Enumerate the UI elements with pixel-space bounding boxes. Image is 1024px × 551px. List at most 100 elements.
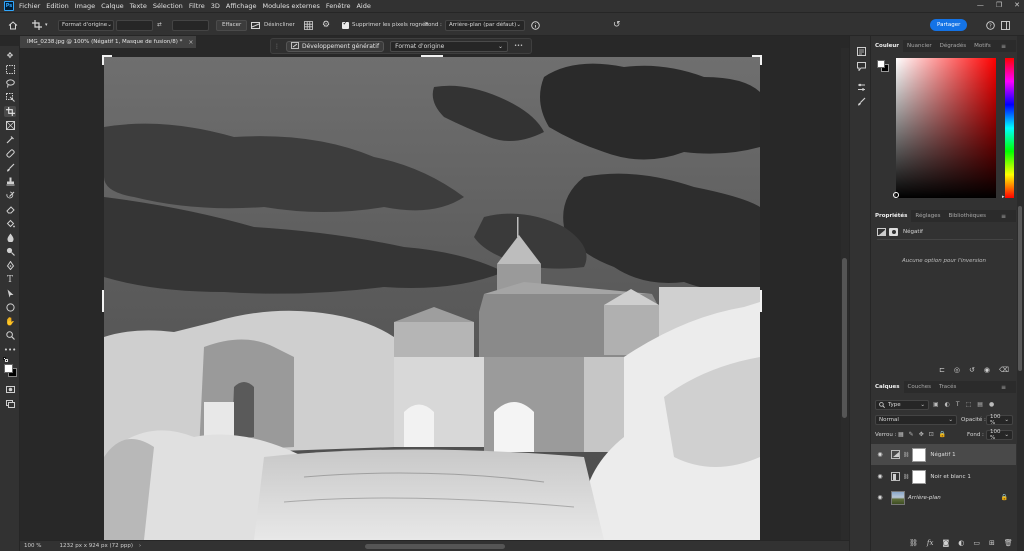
healing-brush-tool-icon[interactable]	[4, 148, 16, 159]
adjustment-layer-icon[interactable]: ◐	[958, 539, 964, 547]
menu-3d[interactable]: 3D	[211, 2, 220, 10]
drag-handle-icon[interactable]: ⋮	[274, 43, 280, 50]
view-previous-icon[interactable]: ◎	[954, 366, 960, 374]
workspace-button[interactable]	[1001, 19, 1010, 31]
eye-icon[interactable]: ◉	[875, 451, 885, 458]
generative-expand-button[interactable]: Développement génératif	[286, 40, 385, 52]
maximize-button[interactable]: ❐	[996, 1, 1002, 9]
crop-handle-top-left-v[interactable]	[102, 55, 104, 65]
minimize-button[interactable]: —	[977, 1, 984, 9]
canvas-area[interactable]	[21, 48, 849, 540]
path-selection-tool-icon[interactable]	[4, 288, 16, 299]
menu-edition[interactable]: Edition	[46, 2, 69, 10]
filter-type-icon[interactable]: T	[956, 401, 960, 408]
quick-mask-icon[interactable]	[4, 384, 16, 395]
color-swatches[interactable]	[4, 364, 17, 378]
marquee-tool-icon[interactable]	[4, 64, 16, 75]
home-button[interactable]	[8, 19, 18, 31]
type-tool-icon[interactable]: T	[4, 274, 16, 285]
lock-position-icon[interactable]: ✥	[919, 431, 924, 438]
lock-artboard-icon[interactable]: ⊡	[929, 431, 934, 438]
lasso-tool-icon[interactable]	[4, 78, 16, 89]
canvas-vertical-scrollbar[interactable]	[841, 48, 849, 540]
height-input[interactable]	[172, 19, 209, 31]
tab-proprietes[interactable]: Propriétés	[871, 210, 912, 222]
close-tab-icon[interactable]: ×	[188, 39, 193, 46]
dodge-tool-icon[interactable]	[4, 246, 16, 257]
crop-tool-preset[interactable]: ▾	[32, 19, 48, 31]
hue-slider[interactable]	[1005, 58, 1014, 198]
add-mask-icon[interactable]: ◙	[942, 539, 949, 547]
panel-color-swatches[interactable]	[877, 60, 890, 73]
more-options-button[interactable]: •••	[514, 43, 523, 49]
crop-handle-top-right-v[interactable]	[760, 55, 762, 65]
menu-texte[interactable]: Texte	[130, 2, 147, 10]
layer-mask-thumbnail[interactable]	[912, 447, 927, 462]
filter-smart-object-icon[interactable]: ▤	[977, 401, 983, 408]
blur-tool-icon[interactable]	[4, 232, 16, 243]
swap-button[interactable]: ⇄	[157, 19, 162, 31]
context-format-select[interactable]: Format d'origine ⌄	[390, 40, 509, 52]
paint-bucket-tool-icon[interactable]	[4, 218, 16, 229]
menu-aide[interactable]: Aide	[356, 2, 370, 10]
stamp-tool-icon[interactable]	[4, 176, 16, 187]
new-layer-icon[interactable]: ⊞	[989, 539, 995, 547]
eyedropper-tool-icon[interactable]	[4, 134, 16, 145]
mask-properties-icon[interactable]	[889, 228, 898, 236]
zoom-tool-icon[interactable]	[4, 330, 16, 341]
properties-panel-menu-icon[interactable]: ≡	[1001, 213, 1006, 220]
visibility-icon[interactable]: ◉	[984, 366, 990, 374]
color-panel-menu-icon[interactable]: ≡	[1001, 43, 1006, 50]
new-group-icon[interactable]: ▭	[973, 539, 980, 547]
canvas-vertical-scroll-thumb[interactable]	[842, 258, 847, 418]
invert-adjustment-icon[interactable]	[877, 228, 886, 236]
filter-adjustment-icon[interactable]: ◐	[945, 401, 950, 408]
grid-overlay-button[interactable]	[304, 19, 313, 31]
delete-layer-icon[interactable]: 🗑	[1004, 539, 1013, 547]
eye-icon[interactable]: ◉	[875, 473, 885, 480]
straighten-button[interactable]: Désincliner	[251, 19, 295, 31]
brush-settings-panel-icon[interactable]	[855, 96, 867, 107]
history-panel-icon[interactable]	[855, 46, 867, 57]
object-selection-tool-icon[interactable]	[4, 92, 16, 103]
tab-calques[interactable]: Calques	[871, 381, 904, 393]
filter-pixel-icon[interactable]: ▣	[933, 401, 939, 408]
layer-style-icon[interactable]: fx	[927, 539, 934, 547]
menu-calque[interactable]: Calque	[101, 2, 124, 10]
eye-icon[interactable]: ◉	[875, 494, 885, 501]
crop-handle-left[interactable]	[102, 290, 104, 312]
close-window-button[interactable]: ✕	[1014, 1, 1020, 9]
crop-handle-top[interactable]	[421, 55, 443, 57]
link-icon[interactable]: ⛓	[903, 474, 909, 480]
settings-button[interactable]: ⚙	[322, 19, 330, 31]
canvas-horizontal-scroll-thumb[interactable]	[365, 544, 505, 549]
filter-shape-icon[interactable]: ⬚	[966, 401, 972, 408]
reset-adjustment-icon[interactable]: ↺	[969, 366, 975, 374]
layer-row-noir-et-blanc[interactable]: ◉ ⛓ Noir et blanc 1	[871, 466, 1016, 487]
layer-fill-input[interactable]: 100 % ⌄	[986, 429, 1013, 441]
document-tab[interactable]: IMG_0238.jpg @ 100% (Négatif 1, Masque d…	[20, 36, 196, 48]
comments-panel-icon[interactable]	[855, 61, 867, 72]
zoom-level[interactable]: 100 %	[24, 543, 41, 549]
lock-transparent-icon[interactable]: ▦	[898, 431, 904, 438]
tab-bibliotheques[interactable]: Bibliothèques	[945, 210, 990, 222]
blend-mode-select[interactable]: Normal ⌄	[875, 415, 957, 425]
tab-reglages[interactable]: Réglages	[911, 210, 944, 222]
layers-panel-menu-icon[interactable]: ≡	[1001, 384, 1006, 391]
shape-tool-icon[interactable]	[4, 302, 16, 313]
color-picker-field[interactable]	[896, 58, 996, 198]
chevron-right-icon[interactable]: ›	[139, 543, 141, 549]
layer-thumbnail[interactable]	[891, 490, 905, 505]
lock-image-icon[interactable]: ✎	[909, 431, 914, 438]
layer-row-arriere-plan[interactable]: ◉ Arrière-plan 🔒	[871, 487, 1016, 508]
menu-selection[interactable]: Sélection	[153, 2, 183, 10]
document-image-negative[interactable]	[104, 57, 760, 540]
tab-couleur[interactable]: Couleur	[871, 40, 903, 52]
tab-motifs[interactable]: Motifs	[970, 40, 995, 52]
reset-button[interactable]: ↺	[613, 19, 621, 31]
screen-mode-icon[interactable]	[4, 398, 16, 409]
width-input[interactable]	[116, 19, 153, 31]
layer-filter-select[interactable]: Type ⌄	[875, 400, 929, 410]
brush-tool-icon[interactable]	[4, 162, 16, 173]
hue-slider-handle-icon[interactable]: ▸	[1002, 194, 1005, 200]
